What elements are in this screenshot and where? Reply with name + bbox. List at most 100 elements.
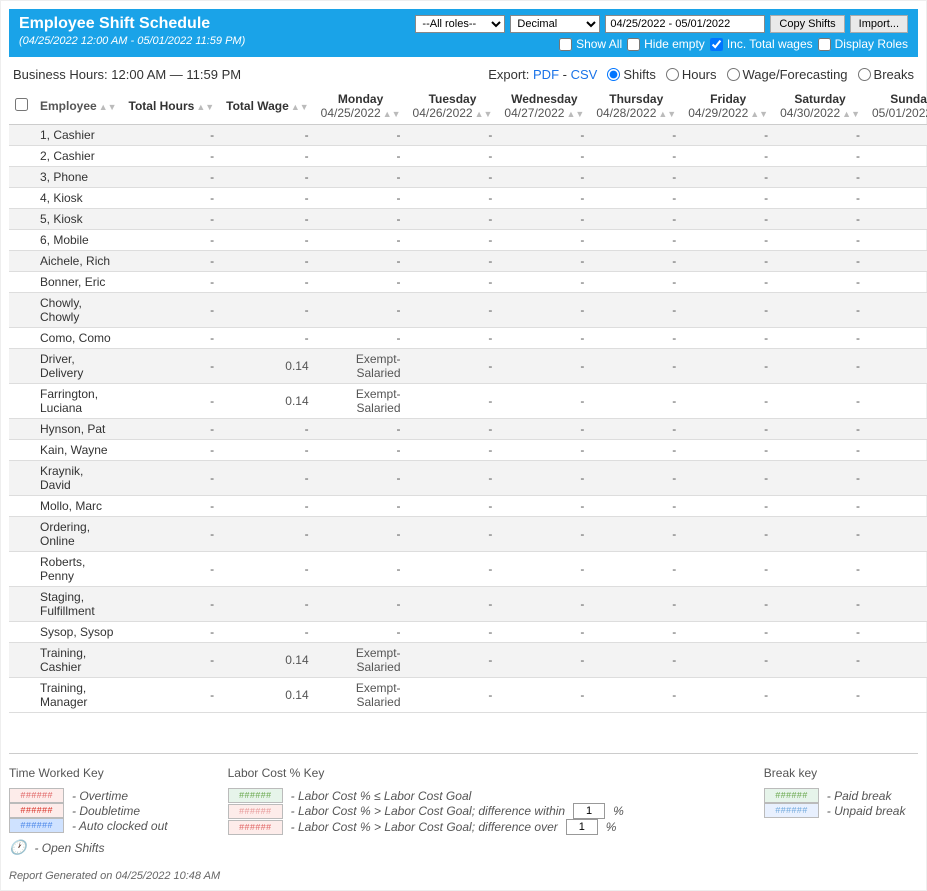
view-hours-radio[interactable]: Hours	[666, 67, 717, 82]
sat-cell: -	[774, 384, 866, 419]
mon-cell: -	[315, 230, 407, 251]
col-friday[interactable]: Friday04/29/2022▲▼	[682, 88, 774, 125]
sun-cell: -	[866, 209, 927, 230]
sun-cell: -	[866, 496, 927, 517]
thu-cell: -	[590, 587, 682, 622]
display-roles-checkbox[interactable]: Display Roles	[818, 37, 908, 51]
break-key: Break key ######- Paid break######- Unpa…	[764, 766, 906, 856]
fri-cell: -	[682, 384, 774, 419]
mon-cell: -	[315, 461, 407, 496]
table-row[interactable]: 2, Cashier---------	[9, 146, 927, 167]
threshold-input[interactable]	[566, 819, 598, 835]
import-button[interactable]: Import...	[850, 15, 908, 33]
sun-cell: -	[866, 146, 927, 167]
table-row[interactable]: 6, Mobile---------	[9, 230, 927, 251]
threshold-input[interactable]	[573, 803, 605, 819]
table-row[interactable]: Ordering, Online---------	[9, 517, 927, 552]
table-row[interactable]: Sysop, Sysop---------	[9, 622, 927, 643]
table-row[interactable]: 4, Kiosk---------	[9, 188, 927, 209]
table-row[interactable]: 1, Cashier---------	[9, 125, 927, 146]
thu-cell: -	[590, 384, 682, 419]
table-row[interactable]: Training, Manager-0.14Exempt-Salaried---…	[9, 678, 927, 713]
col-thursday[interactable]: Thursday04/28/2022▲▼	[590, 88, 682, 125]
inc-wages-checkbox[interactable]: Inc. Total wages	[710, 37, 813, 51]
show-all-checkbox[interactable]: Show All	[559, 37, 622, 51]
table-row[interactable]: Aichele, Rich---------	[9, 251, 927, 272]
role-select[interactable]: --All roles--	[415, 15, 505, 33]
sat-cell: -	[774, 440, 866, 461]
key-label: - Auto clocked out	[72, 819, 168, 833]
select-all-checkbox[interactable]	[15, 98, 28, 111]
table-row[interactable]: Farrington, Luciana-0.14Exempt-Salaried-…	[9, 384, 927, 419]
mon-cell: -	[315, 517, 407, 552]
wage-cell: -	[220, 461, 315, 496]
col-tuesday[interactable]: Tuesday04/26/2022▲▼	[407, 88, 499, 125]
date-range-input[interactable]	[605, 15, 765, 33]
table-row[interactable]: Roberts, Penny---------	[9, 552, 927, 587]
wed-cell: -	[498, 349, 590, 384]
tue-cell: -	[407, 384, 499, 419]
table-row[interactable]: Bonner, Eric---------	[9, 272, 927, 293]
color-swatch: ######	[764, 803, 819, 818]
hours-cell: -	[123, 461, 221, 496]
wed-cell: -	[498, 125, 590, 146]
table-row[interactable]: Driver, Delivery-0.14Exempt-Salaried----…	[9, 349, 927, 384]
wed-cell: -	[498, 251, 590, 272]
employee-cell: Bonner, Eric	[34, 272, 123, 293]
thu-cell: -	[590, 146, 682, 167]
view-wage-radio[interactable]: Wage/Forecasting	[727, 67, 848, 82]
col-total-wage[interactable]: Total Wage▲▼	[220, 88, 315, 125]
thu-cell: -	[590, 622, 682, 643]
sat-cell: -	[774, 496, 866, 517]
sat-cell: -	[774, 167, 866, 188]
employee-cell: 3, Phone	[34, 167, 123, 188]
col-employee[interactable]: Employee▲▼	[34, 88, 123, 125]
format-select[interactable]: Decimal	[510, 15, 600, 33]
tue-cell: -	[407, 293, 499, 328]
hours-cell: -	[123, 272, 221, 293]
col-monday[interactable]: Monday04/25/2022▲▼	[315, 88, 407, 125]
col-sunday[interactable]: Sunday05/01/2022▲▼	[866, 88, 927, 125]
wage-cell: -	[220, 440, 315, 461]
col-wednesday[interactable]: Wednesday04/27/2022▲▼	[498, 88, 590, 125]
hours-cell: -	[123, 328, 221, 349]
table-row[interactable]: Staging, Fulfillment---------	[9, 587, 927, 622]
thu-cell: -	[590, 230, 682, 251]
export-pdf-link[interactable]: PDF	[533, 67, 559, 82]
table-row[interactable]: Hynson, Pat---------	[9, 419, 927, 440]
col-total-hours[interactable]: Total Hours▲▼	[123, 88, 221, 125]
thu-cell: -	[590, 272, 682, 293]
employee-cell: Kain, Wayne	[34, 440, 123, 461]
hours-cell: -	[123, 678, 221, 713]
wage-cell: -	[220, 587, 315, 622]
col-saturday[interactable]: Saturday04/30/2022▲▼	[774, 88, 866, 125]
table-row[interactable]: Mollo, Marc---------	[9, 496, 927, 517]
wage-cell: -	[220, 209, 315, 230]
table-row[interactable]: Training, Cashier-0.14Exempt-Salaried---…	[9, 643, 927, 678]
sun-cell: -	[866, 125, 927, 146]
employee-cell: Chowly, Chowly	[34, 293, 123, 328]
copy-shifts-button[interactable]: Copy Shifts	[770, 15, 844, 33]
report-generated-label: Report Generated on 04/25/2022 10:48 AM	[9, 870, 918, 882]
table-row[interactable]: 3, Phone---------	[9, 167, 927, 188]
color-swatch: ######	[228, 820, 283, 835]
table-row[interactable]: Kain, Wayne---------	[9, 440, 927, 461]
tue-cell: -	[407, 440, 499, 461]
mon-cell: -	[315, 209, 407, 230]
hide-empty-checkbox[interactable]: Hide empty	[627, 37, 705, 51]
tue-cell: -	[407, 167, 499, 188]
table-row[interactable]: Kraynik, David---------	[9, 461, 927, 496]
table-row[interactable]: Chowly, Chowly---------	[9, 293, 927, 328]
view-shifts-radio[interactable]: Shifts	[607, 67, 656, 82]
wage-cell: -	[220, 146, 315, 167]
table-row[interactable]: 5, Kiosk---------	[9, 209, 927, 230]
export-csv-link[interactable]: CSV	[571, 67, 598, 82]
mon-cell: Exempt-Salaried	[315, 678, 407, 713]
view-breaks-radio[interactable]: Breaks	[858, 67, 914, 82]
wage-cell: -	[220, 230, 315, 251]
tue-cell: -	[407, 251, 499, 272]
sun-cell: -	[866, 384, 927, 419]
table-row[interactable]: Como, Como---------	[9, 328, 927, 349]
wage-cell: 0.14	[220, 349, 315, 384]
mon-cell: -	[315, 146, 407, 167]
